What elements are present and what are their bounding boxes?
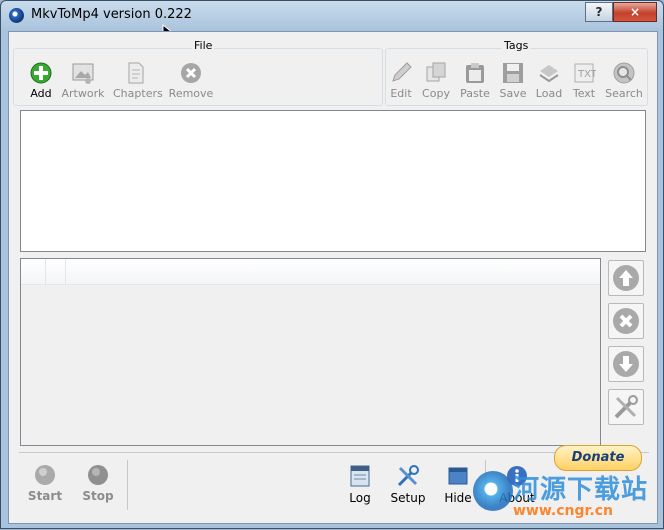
start-icon [35,465,55,485]
move-up-icon [613,265,639,291]
app-window: MkvToMp4 version 0.222 ? × File Add Artw… [0,0,664,529]
move-up-button[interactable] [608,260,644,296]
remove-label: Remove [168,87,214,100]
load-icon [539,65,559,83]
setup-icon [397,465,419,487]
about-button[interactable]: About [497,464,537,505]
artwork-icon [72,63,94,84]
search-label: Search [605,87,643,100]
title-bar[interactable]: MkvToMp4 version 0.222 ? × [1,1,663,48]
window-title: MkvToMp4 version 0.222 [31,7,192,22]
chapters-button[interactable]: Chapters [113,61,163,100]
remove-track-icon [613,308,639,334]
svg-text:TXT: TXT [577,69,596,80]
setup-label: Setup [390,491,426,505]
stop-button[interactable]: Stop [76,464,120,503]
add-label: Add [30,87,52,100]
search-tags-button[interactable]: Search [601,61,647,100]
file-toolbar-group: File Add Artwork Chapters Remove [13,39,383,106]
log-button[interactable]: Log [343,464,377,505]
tracks-grid[interactable] [20,258,601,446]
hide-label: Hide [444,491,472,505]
search-icon [613,62,635,84]
log-icon [350,465,370,487]
tags-toolbar-group: Tags Edit Copy Paste Save Load TXT Text … [385,39,648,106]
about-icon [507,466,527,486]
log-label: Log [349,491,371,505]
chapters-icon [128,62,144,84]
remove-track-button[interactable] [608,303,644,339]
artwork-button[interactable]: Artwork [60,61,106,100]
start-button[interactable]: Start [23,464,67,503]
grid-column-header[interactable] [46,259,66,284]
add-icon [30,62,52,84]
file-list[interactable] [20,110,646,252]
setup-button[interactable]: Setup [387,464,429,505]
tracks-grid-header [21,259,600,285]
paste-icon [466,63,484,83]
save-icon [503,63,523,83]
remove-button[interactable]: Remove [168,61,214,100]
add-button[interactable]: Add [18,61,64,100]
chapters-label: Chapters [113,87,163,100]
track-settings-button[interactable] [608,389,644,425]
stop-label: Stop [82,489,114,503]
donate-button[interactable]: Donate [554,445,642,471]
grid-column-header[interactable] [21,259,46,284]
app-icon [9,8,24,23]
close-button[interactable]: × [613,2,657,22]
help-button[interactable]: ? [585,2,613,22]
bottom-divider [485,460,486,510]
tags-group-label: Tags [502,39,531,52]
about-label: About [499,491,535,505]
move-down-icon [613,351,639,377]
start-label: Start [27,489,63,503]
copy-icon [426,62,446,82]
stop-icon [88,465,108,485]
file-group-label: File [192,39,215,52]
bottom-divider [127,460,128,510]
settings-tools-icon [614,395,638,419]
edit-icon [392,62,412,82]
artwork-label: Artwork [61,87,105,100]
move-down-button[interactable] [608,346,644,382]
remove-icon [181,63,201,83]
hide-button[interactable]: Hide [441,464,475,505]
text-icon: TXT [574,63,596,83]
hide-icon [448,467,468,485]
